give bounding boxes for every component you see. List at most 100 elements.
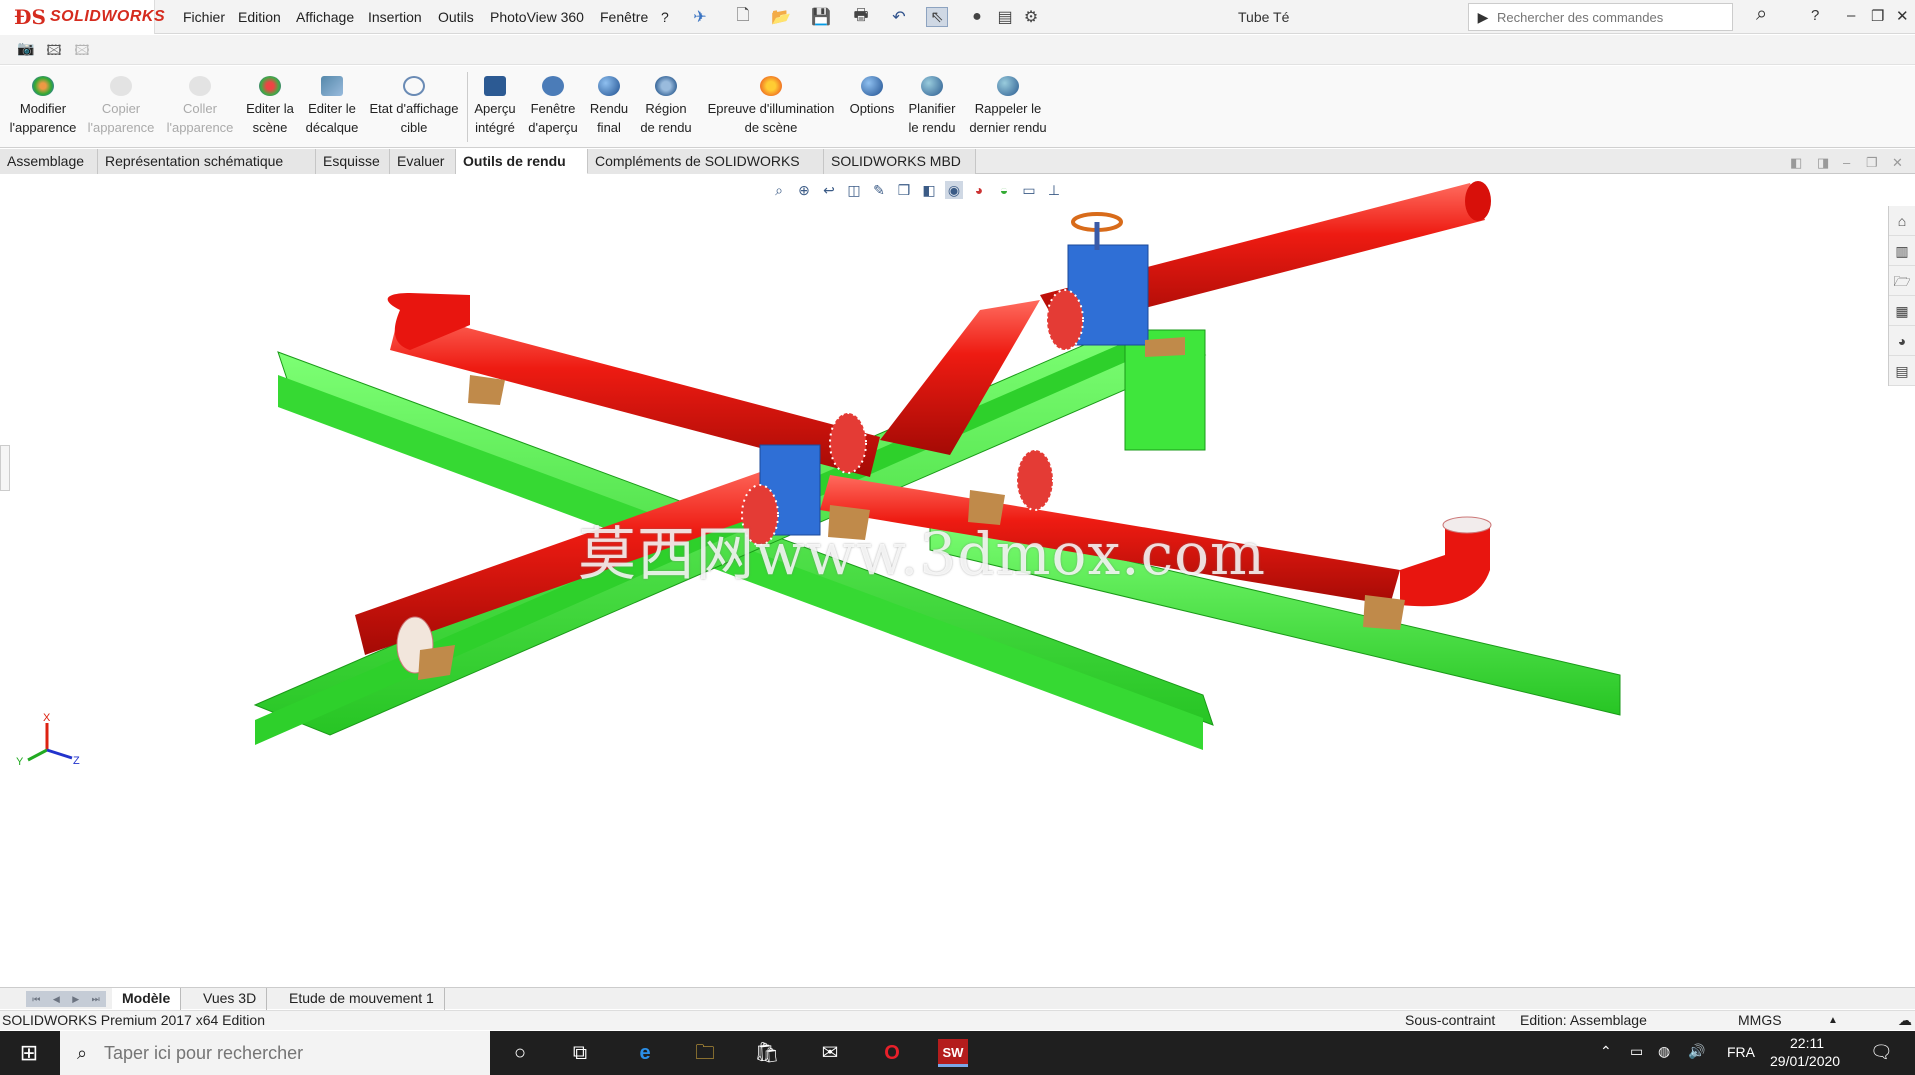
recall-last-render-button[interactable]: Rappeler le dernier rendu: [964, 66, 1052, 148]
copy-appearance-button[interactable]: Copier l'apparence: [84, 66, 158, 148]
tab-evaluer[interactable]: Evaluer: [390, 149, 456, 174]
unit-system[interactable]: MMGS: [1738, 1011, 1782, 1030]
pane-minimize-icon[interactable]: –: [1843, 155, 1850, 170]
tab-esquisse[interactable]: Esquisse: [316, 149, 390, 174]
home-icon[interactable]: ⌂: [1889, 206, 1915, 236]
tab-mbd[interactable]: SOLIDWORKS MBD: [824, 149, 976, 174]
render-options-button[interactable]: Options: [845, 66, 899, 148]
edge-browser-icon[interactable]: e: [630, 1039, 660, 1067]
taskbar-search-input[interactable]: [104, 1042, 464, 1064]
target-display-state-button[interactable]: Etat d'affichage cible: [365, 66, 463, 148]
solidworks-taskbar-icon[interactable]: SW: [938, 1039, 968, 1067]
tab-model[interactable]: Modèle: [112, 988, 182, 1010]
command-search[interactable]: ▶: [1468, 3, 1733, 31]
tab-scroll-arrows[interactable]: ⏮ ◀ ▶ ⏭: [26, 991, 106, 1007]
pane-restore-icon[interactable]: ❐: [1866, 155, 1878, 171]
opera-icon[interactable]: O: [877, 1039, 907, 1067]
action-center-icon[interactable]: 🗨: [1870, 1042, 1893, 1063]
restore-icon[interactable]: ❐: [1871, 7, 1884, 25]
ribbon-label: Rappeler le: [974, 101, 1042, 116]
view-palette-icon[interactable]: ▦: [1889, 296, 1915, 326]
task-view-icon[interactable]: ⧉: [565, 1039, 595, 1067]
next-tab-icon[interactable]: ▶: [72, 994, 79, 1005]
screenshot-disabled-icon[interactable]: 🖾: [71, 40, 93, 60]
new-document-icon[interactable]: 🗋: [732, 7, 754, 27]
tab-schematic[interactable]: Représentation schématique: [98, 149, 316, 174]
unit-dropdown-icon[interactable]: ▲: [1828, 1011, 1838, 1030]
design-library-icon[interactable]: ▥: [1889, 236, 1915, 266]
tab-3d-views[interactable]: Vues 3D: [193, 988, 268, 1010]
undo-icon[interactable]: ↶: [888, 7, 910, 27]
help-button[interactable]: ?: [1811, 7, 1819, 24]
select-cursor-icon[interactable]: ⇖: [926, 7, 948, 27]
tab-assemblage[interactable]: Assemblage: [0, 149, 98, 174]
file-explorer-icon[interactable]: 🗁: [1889, 266, 1915, 296]
first-tab-icon[interactable]: ⏮: [32, 994, 40, 1005]
pin-icon[interactable]: ✈: [689, 7, 711, 27]
menu-insertion[interactable]: Insertion: [368, 9, 422, 25]
prev-tab-icon[interactable]: ◀: [53, 994, 60, 1005]
close-icon[interactable]: ✕: [1896, 7, 1909, 25]
taskbar-search-icon: ⌕: [76, 1042, 88, 1063]
render-snapshot-icon[interactable]: 🖾: [43, 40, 65, 60]
taskbar-search[interactable]: ⌕: [60, 1031, 490, 1075]
illumination-proof-button[interactable]: Epreuve d'illumination de scène: [700, 66, 842, 148]
render-region-button[interactable]: Région de rendu: [636, 66, 696, 148]
integrated-preview-button[interactable]: Aperçu intégré: [470, 66, 520, 148]
final-render-button[interactable]: Rendu final: [585, 66, 633, 148]
mail-icon[interactable]: ✉: [815, 1039, 845, 1067]
menu-help[interactable]: ?: [661, 9, 669, 25]
solidworks-logo[interactable]: ƉS SOLIDWORKS: [0, 0, 165, 34]
menu-outils[interactable]: Outils: [438, 9, 474, 25]
feature-manager-toggle[interactable]: [0, 445, 10, 491]
language-indicator[interactable]: FRA: [1727, 1044, 1755, 1060]
battery-icon[interactable]: ▭: [1630, 1043, 1643, 1060]
print-icon[interactable]: 🖶: [850, 7, 872, 27]
notifications-icon[interactable]: ☁: [1898, 1011, 1912, 1030]
pipe-elbow-right[interactable]: [1400, 525, 1490, 607]
menu-fenetre[interactable]: Fenêtre: [600, 9, 648, 25]
file-properties-icon[interactable]: ▤: [994, 7, 1016, 27]
appearances-icon[interactable]: ◕: [1889, 326, 1915, 356]
tab-addins[interactable]: Compléments de SOLIDWORKS: [588, 149, 824, 174]
modify-appearance-button[interactable]: Modifier l'apparence: [5, 66, 81, 148]
tab-rendering-tools[interactable]: Outils de rendu: [456, 149, 588, 174]
menu-fichier[interactable]: Fichier: [183, 9, 225, 25]
graphics-area[interactable]: ⌕ ⊕ ↩ ◫ ✎ ❒ ◧ ◉ ◕ ◒ ▭ ⊥ X Y Z 莫西网www.3dm…: [0, 175, 1915, 987]
command-manager-tabs: Assemblage Représentation schématique Es…: [0, 149, 1915, 174]
paste-appearance-button[interactable]: Coller l'apparence: [162, 66, 238, 148]
pane-split-icon[interactable]: ◨: [1817, 155, 1829, 171]
windows-start-icon[interactable]: ⊞: [14, 1039, 44, 1067]
save-icon[interactable]: 💾: [810, 7, 832, 27]
open-icon[interactable]: 📂: [770, 7, 792, 27]
tray-expand-icon[interactable]: ⌃: [1600, 1043, 1612, 1060]
last-tab-icon[interactable]: ⏭: [92, 994, 100, 1005]
minimize-icon[interactable]: –: [1847, 7, 1855, 24]
pane-close-icon[interactable]: ✕: [1892, 155, 1903, 171]
schedule-render-button[interactable]: Planifier le rendu: [903, 66, 961, 148]
cortana-icon[interactable]: ○: [505, 1039, 535, 1067]
task-pane-tabs: ⌂ ▥ 🗁 ▦ ◕ ▤: [1888, 206, 1915, 386]
camera-icon[interactable]: 📷: [15, 40, 37, 60]
network-icon[interactable]: ◍: [1658, 1043, 1670, 1060]
pane-expand-icon[interactable]: ◧: [1790, 155, 1802, 171]
ribbon-label: intégré: [475, 120, 515, 135]
menu-edition[interactable]: Edition: [238, 9, 281, 25]
file-explorer-taskbar-icon[interactable]: 🗀: [690, 1039, 720, 1067]
rebuild-icon[interactable]: ●: [966, 7, 988, 27]
options-icon: [861, 76, 883, 96]
menu-photoview[interactable]: PhotoView 360: [490, 9, 584, 25]
menu-affichage[interactable]: Affichage: [296, 9, 354, 25]
preview-window-button[interactable]: Fenêtre d'aperçu: [524, 66, 582, 148]
volume-icon[interactable]: 🔊: [1688, 1043, 1705, 1060]
search-icon[interactable]: ⌕: [1756, 3, 1767, 26]
options-gear-icon[interactable]: ⚙: [1020, 7, 1042, 27]
clock-time[interactable]: 22:11: [1790, 1035, 1824, 1051]
store-icon[interactable]: 🛍: [752, 1039, 782, 1067]
edit-scene-button[interactable]: Editer la scène: [242, 66, 298, 148]
command-search-input[interactable]: [1497, 9, 1717, 25]
custom-properties-icon[interactable]: ▤: [1889, 356, 1915, 386]
clock-date[interactable]: 29/01/2020: [1770, 1053, 1840, 1069]
edit-decal-button[interactable]: Editer le décalque: [302, 66, 362, 148]
tab-motion-study[interactable]: Etude de mouvement 1: [279, 988, 445, 1010]
